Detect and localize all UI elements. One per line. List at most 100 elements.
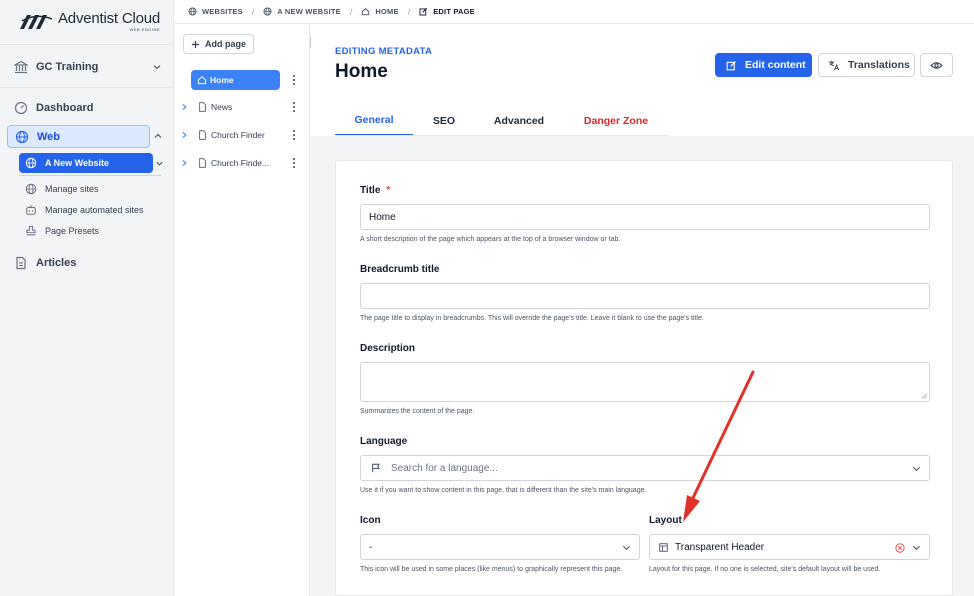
title-input-value: Home — [369, 211, 396, 223]
layout-select-value: Transparent Header — [675, 541, 765, 553]
globe-icon — [25, 183, 37, 195]
language-placeholder: Search for a language... — [391, 462, 498, 474]
adventist-logo-icon — [20, 15, 53, 29]
resize-grip-icon[interactable] — [921, 393, 927, 399]
robot-icon — [26, 205, 36, 215]
page-tree: Add page Home News Church Finder Church — [174, 24, 310, 596]
tree-item-church-finder-2[interactable]: Church Finde... — [174, 153, 310, 173]
globe-icon — [15, 130, 29, 143]
site-divider — [19, 175, 161, 176]
kebab-menu-icon[interactable] — [292, 157, 296, 169]
translations-button[interactable]: Translations — [818, 53, 915, 77]
language-label: Language — [360, 436, 408, 447]
stamp-icon — [26, 225, 36, 236]
bank-icon — [14, 60, 28, 74]
kebab-menu-icon[interactable] — [292, 101, 296, 113]
flag-icon — [372, 463, 380, 473]
page-icon — [199, 158, 206, 168]
kebab-menu-icon[interactable] — [292, 129, 296, 141]
edit-content-label: Edit content — [745, 59, 806, 71]
breadcrumb-title-label: Breadcrumb title — [360, 264, 440, 275]
title-field-label: Title * — [360, 185, 390, 196]
nav-manage-automated-sites[interactable]: Manage automated sites — [25, 203, 144, 217]
required-marker: * — [386, 185, 391, 196]
kebab-menu-icon[interactable] — [292, 74, 296, 86]
breadcrumb-websites[interactable]: WEBSITES — [188, 7, 243, 16]
layout-icon — [659, 542, 668, 552]
nav-articles[interactable]: Articles — [14, 253, 76, 273]
nav-dashboard-label: Dashboard — [36, 102, 94, 114]
tabs-underline — [335, 135, 669, 136]
chevron-down-icon — [912, 466, 921, 472]
add-page-label: Add page — [204, 39, 246, 49]
sidebar-divider — [0, 87, 174, 88]
language-select[interactable]: Search for a language... — [360, 455, 930, 481]
nav-manage-sites[interactable]: Manage sites — [25, 182, 99, 196]
clear-icon[interactable] — [895, 543, 905, 553]
tree-item-home[interactable]: Home — [174, 70, 310, 90]
layout-label: Layout — [649, 515, 682, 526]
nav-page-presets[interactable]: Page Presets — [25, 224, 99, 238]
page-title: Home — [335, 61, 388, 82]
description-textarea[interactable] — [360, 362, 930, 402]
chevron-up-icon[interactable] — [153, 131, 163, 141]
tab-seo[interactable]: SEO — [413, 106, 475, 136]
breadcrumb-home[interactable]: HOME — [361, 7, 399, 16]
globe-icon — [263, 7, 272, 16]
tab-danger-zone[interactable]: Danger Zone — [563, 106, 669, 136]
tabs: General SEO Advanced Danger Zone — [335, 106, 669, 136]
tree-item-news[interactable]: News — [174, 97, 310, 117]
description-help: Summarizes the content of the page. — [360, 408, 475, 415]
breadcrumb-new-website-label: A NEW WEBSITE — [277, 7, 341, 16]
breadcrumb-new-website[interactable]: A NEW WEBSITE — [263, 7, 341, 16]
gauge-icon — [14, 101, 28, 115]
icon-label: Icon — [360, 515, 381, 526]
title-label-text: Title — [360, 185, 381, 196]
chevron-down-icon — [153, 65, 161, 70]
translate-icon — [828, 60, 840, 70]
page-kicker: EDITING METADATA — [335, 46, 433, 57]
chevron-down-icon[interactable] — [155, 159, 164, 168]
metadata-form: Title * Home A short description of the p… — [335, 160, 953, 596]
globe-icon — [25, 157, 37, 169]
icon-select-value: - — [369, 541, 373, 553]
breadcrumb-separator: / — [349, 6, 353, 17]
title-input[interactable]: Home — [360, 204, 930, 230]
preview-button[interactable] — [920, 53, 953, 77]
brand-sub: WEB ENGINE — [129, 27, 161, 32]
plus-icon — [191, 40, 200, 48]
tab-advanced[interactable]: Advanced — [475, 106, 563, 136]
sidebar: Adventist Cloud WEB ENGINE GC Training D… — [0, 0, 174, 596]
nav-web[interactable]: Web — [7, 125, 150, 148]
layout-help: Layout for this page. If no one is selec… — [649, 566, 881, 573]
edit-content-button[interactable]: Edit content — [715, 53, 812, 77]
tree-item-church-finder[interactable]: Church Finder — [174, 125, 310, 145]
chevron-right-icon[interactable] — [181, 131, 188, 139]
org-switcher[interactable]: GC Training — [14, 58, 164, 76]
chevron-right-icon[interactable] — [181, 103, 188, 111]
breadcrumb-edit-page: EDIT PAGE — [419, 7, 475, 16]
description-label: Description — [360, 343, 416, 354]
icon-select[interactable]: - — [360, 534, 640, 560]
breadcrumb-websites-label: WEBSITES — [202, 7, 243, 16]
tree-item-selected[interactable]: Home — [191, 70, 280, 90]
nav-site-label: A New Website — [45, 158, 110, 168]
breadcrumb-separator: / — [251, 6, 255, 17]
breadcrumb-title-input[interactable] — [360, 283, 930, 309]
add-page-button[interactable]: Add page — [183, 34, 254, 54]
language-help: Use it if you want to show content in th… — [360, 487, 647, 494]
sidebar-divider — [0, 44, 174, 45]
brand-logo[interactable]: Adventist Cloud WEB ENGINE — [18, 11, 160, 32]
breadcrumb: WEBSITES / A NEW WEBSITE / HOME / EDIT P… — [174, 0, 974, 24]
tree-item-label: Home — [210, 75, 234, 85]
chevron-right-icon[interactable] — [181, 159, 188, 167]
layout-select[interactable]: Transparent Header — [649, 534, 930, 560]
title-help: A short description of the page which ap… — [360, 236, 621, 243]
nav-dashboard[interactable]: Dashboard — [14, 98, 93, 118]
globe-icon — [188, 7, 197, 16]
nav-site-current[interactable]: A New Website — [19, 153, 153, 173]
breadcrumb-separator: / — [407, 6, 411, 17]
tab-general[interactable]: General — [335, 106, 413, 136]
nav-manage-automated-sites-label: Manage automated sites — [45, 205, 144, 215]
tree-item-label: Church Finder — [211, 130, 265, 140]
